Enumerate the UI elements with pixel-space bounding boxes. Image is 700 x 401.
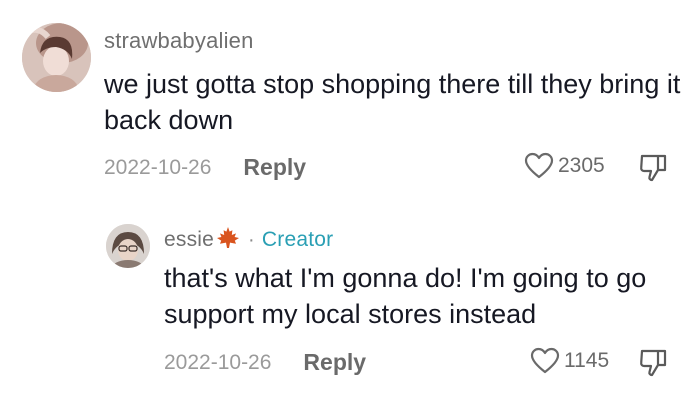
- avatar-image: [106, 224, 150, 268]
- comment-text: that's what I'm gonna do! I'm going to g…: [164, 263, 647, 329]
- like-count: 2305: [558, 154, 605, 177]
- avatar[interactable]: [22, 23, 91, 92]
- thumbs-down-icon: [640, 154, 667, 182]
- comment-text: we just gotta stop shopping there till t…: [104, 69, 681, 135]
- avatar-image: [22, 23, 91, 92]
- comment-item: strawbabyalien we just gotta stop shoppi…: [0, 0, 700, 200]
- avatar[interactable]: [106, 224, 150, 268]
- like-button[interactable]: 2305: [524, 152, 605, 180]
- creator-badge: Creator: [261, 228, 334, 251]
- reply-button[interactable]: Reply: [303, 349, 366, 376]
- reply-button[interactable]: Reply: [243, 154, 306, 181]
- dislike-button[interactable]: [638, 347, 668, 384]
- like-button[interactable]: 1145: [530, 347, 609, 375]
- comment-username[interactable]: strawbabyalien: [104, 28, 254, 54]
- maple-leaf-icon: [216, 226, 240, 256]
- dislike-button[interactable]: [638, 152, 668, 189]
- comment-meta: 2022-10-26 Reply: [164, 349, 366, 376]
- separator-dot: ·: [248, 229, 255, 251]
- comment-meta: 2022-10-26 Reply: [104, 154, 306, 181]
- reply-comment-item: essie · Creator that's what I'm gonna do!…: [0, 200, 700, 401]
- comment-date: 2022-10-26: [104, 155, 212, 179]
- heart-icon: [524, 152, 554, 179]
- like-count: 1145: [564, 349, 610, 372]
- comment-username[interactable]: essie: [164, 228, 214, 251]
- heart-icon: [530, 347, 560, 374]
- comment-username-row: essie · Creator: [164, 226, 333, 256]
- thumbs-down-icon: [640, 349, 667, 377]
- comment-date: 2022-10-26: [164, 350, 272, 374]
